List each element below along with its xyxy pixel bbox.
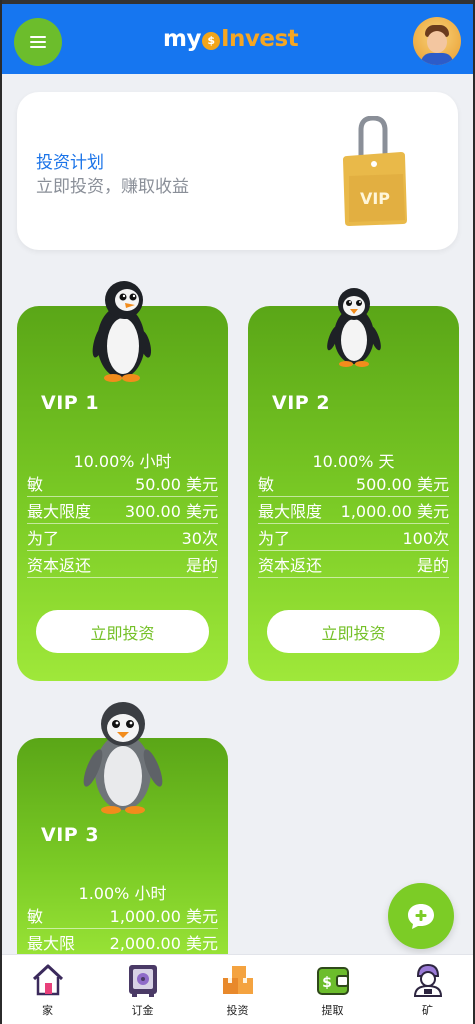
min-row: 敏 500.00 美元 (258, 470, 449, 497)
vip-name: VIP 2 (272, 392, 331, 414)
investment-plan-card: 投资计划 立即投资，赚取收益 VIP (17, 92, 458, 250)
nav-item-home[interactable]: 家 (0, 955, 95, 1024)
miner-icon (413, 963, 442, 997)
vip-rate: 10.00% 小时 (73, 452, 172, 471)
max-row: 最大限度 300.00 美元 (27, 497, 218, 524)
top-bar: my $ Invest (0, 0, 475, 74)
max-row: 最大限 2,000.00 美元 (27, 929, 218, 956)
bottom-nav: 家 订金 投资 $ 提取 矿 (0, 954, 475, 1024)
svg-text:$: $ (322, 975, 332, 991)
capital-return-row: 资本返还 是的 (27, 551, 218, 578)
vip-card-2: VIP 2 10.00% 天 敏 500.00 美元 最大限度 1,000.00 美… (248, 288, 459, 681)
home-icon (32, 964, 63, 996)
avatar[interactable] (413, 17, 461, 65)
vip-tag-icon: VIP (343, 116, 407, 226)
vip-card-3: VIP 3 1.00% 小时 敏 1,000.00 美元 最大限 2,000.00 … (17, 702, 228, 978)
chat-button[interactable] (388, 883, 454, 949)
menu-button[interactable] (14, 18, 62, 66)
penguin-icon (92, 281, 152, 382)
hamburger-icon (30, 36, 46, 38)
plan-subtitle: 立即投资，赚取收益 (36, 177, 189, 197)
vip-rate: 1.00% 小时 (78, 884, 167, 903)
vip-name: VIP 3 (41, 824, 100, 846)
nav-item-mine[interactable]: 矿 (380, 955, 475, 1024)
vip-name: VIP 1 (41, 392, 100, 414)
nav-item-invest[interactable]: 投资 (190, 955, 285, 1024)
vip-rate: 10.00% 天 (312, 452, 395, 471)
invest-now-button[interactable]: 立即投资 (36, 610, 209, 653)
times-row: 为了 30次 (27, 524, 218, 551)
penguin-icon (327, 288, 381, 367)
plan-title: 投资计划 (36, 153, 104, 173)
svg-text:VIP: VIP (360, 189, 390, 208)
vip-card-1: VIP 1 10.00% 小时 敏 50.00 美元 最大限度 300.00 美元 … (17, 281, 228, 681)
capital-return-row: 资本返还 是的 (258, 551, 449, 578)
penguin-icon (83, 702, 163, 814)
wallet-icon: $ (316, 967, 349, 995)
app-logo[interactable]: my $ Invest (163, 26, 299, 52)
min-row: 敏 50.00 美元 (27, 470, 218, 497)
min-row: 敏 1,000.00 美元 (27, 902, 218, 929)
invest-now-button[interactable]: 立即投资 (267, 610, 440, 653)
safe-icon (128, 965, 157, 997)
times-row: 为了 100次 (258, 524, 449, 551)
nav-item-deposit[interactable]: 订金 (95, 955, 190, 1024)
chat-plus-icon (408, 904, 434, 929)
coin-icon: $ (201, 32, 220, 50)
max-row: 最大限度 1,000.00 美元 (258, 497, 449, 524)
nav-item-withdraw[interactable]: $ 提取 (285, 955, 380, 1024)
boxes-icon (222, 966, 253, 994)
